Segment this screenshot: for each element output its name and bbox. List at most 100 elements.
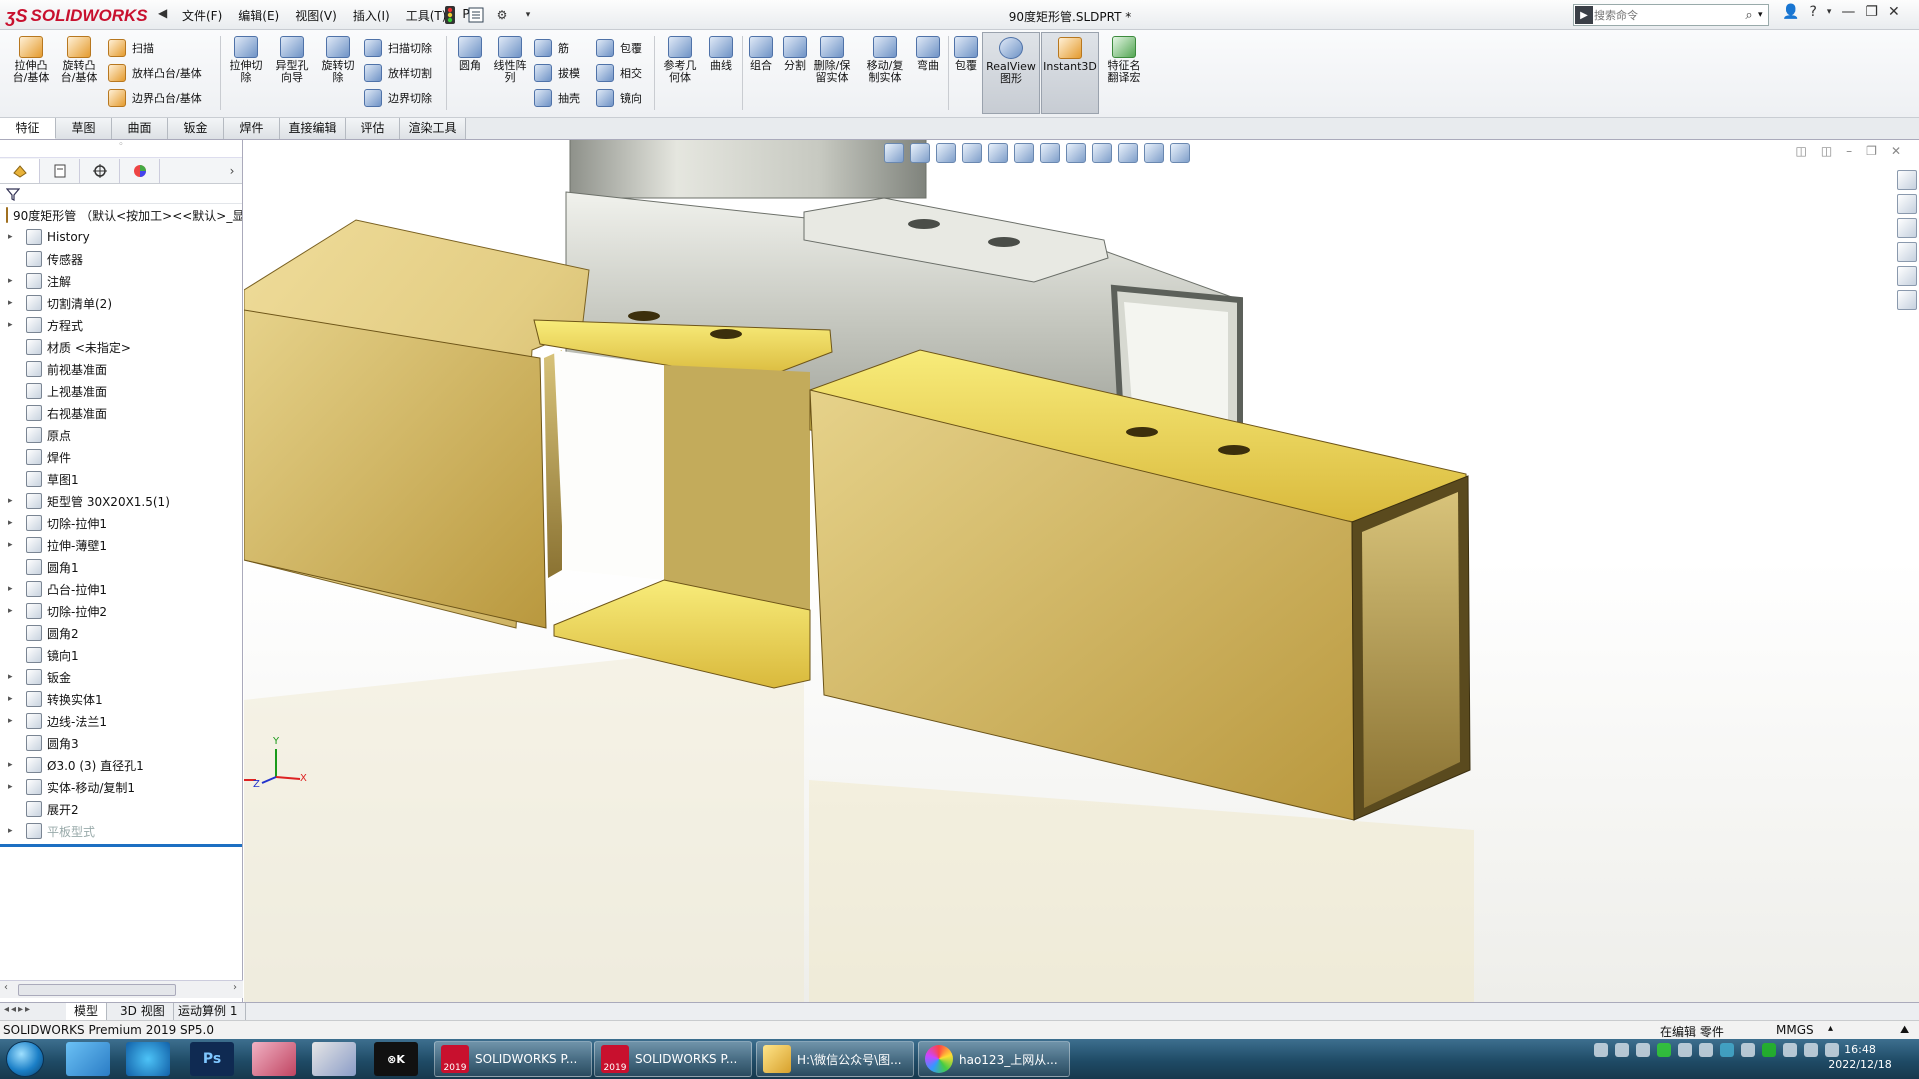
menu-insert[interactable]: 插入(I) (346, 7, 397, 24)
wrap-button[interactable]: 包覆 (596, 38, 642, 58)
viewport-minimize-icon[interactable]: – (1846, 144, 1852, 158)
tree-item[interactable]: ▸ History (0, 226, 242, 248)
feature-manager-tab-icon[interactable] (0, 158, 40, 183)
zoom-to-fit-icon[interactable] (884, 143, 904, 163)
photoshop-icon[interactable]: Ps (190, 1042, 234, 1076)
hide-show-items-icon[interactable] (1066, 143, 1086, 163)
scroll-left-icon[interactable]: ‹ (4, 982, 8, 993)
tab-motion-study[interactable]: 运动算例 1 (170, 1003, 247, 1020)
tree-item[interactable]: ▸ 切除-拉伸2 (0, 600, 242, 622)
restore-icon[interactable]: ❐ (1865, 4, 1878, 20)
tree-expand-arrow-icon[interactable]: ▸ (8, 672, 18, 682)
sweep-button[interactable]: 扫描 (108, 38, 154, 58)
tree-item[interactable]: 展开2 (0, 798, 242, 820)
previous-view-icon[interactable] (936, 143, 956, 163)
swept-cut-button[interactable]: 扫描切除 (364, 38, 432, 58)
tree-horizontal-scrollbar[interactable]: ‹ › (0, 980, 243, 998)
property-manager-tab-icon[interactable] (40, 158, 80, 183)
user-icon[interactable]: 👤 (1782, 4, 1799, 20)
help-tray-icon[interactable] (1615, 1043, 1629, 1057)
view-orientation-icon[interactable] (1014, 143, 1034, 163)
reference-geometry-button[interactable]: 参考几 何体 (658, 36, 702, 84)
tree-item[interactable]: 原点 (0, 424, 242, 446)
curves-button[interactable]: 曲线 (704, 36, 738, 72)
viewport-tile-left-icon[interactable]: ◫ (1795, 144, 1806, 158)
minimize-icon[interactable]: — (1841, 4, 1855, 20)
start-button-icon[interactable] (6, 1041, 44, 1077)
boundary-boss-button[interactable]: 边界凸台/基体 (108, 88, 202, 108)
tree-item[interactable]: ▸ 凸台-拉伸1 (0, 578, 242, 600)
display-style-icon[interactable] (1040, 143, 1060, 163)
taskbar-solidworks-window-2[interactable]: 2019 SOLIDWORKS P... (594, 1041, 752, 1077)
tree-item[interactable]: ▸ Ø3.0 (3) 直径孔1 (0, 754, 242, 776)
view-settings-icon[interactable] (1144, 143, 1164, 163)
network-tray-icon[interactable] (1636, 1043, 1650, 1057)
tree-item[interactable]: ▸ 边线-法兰1 (0, 710, 242, 732)
solidworks-resources-icon[interactable] (1897, 170, 1917, 190)
units-dropdown-icon[interactable]: ▴ (1828, 1023, 1833, 1034)
search-command-box[interactable]: ▶ ⌕ ▾ (1573, 4, 1769, 26)
viewport-close-icon[interactable]: ✕ (1891, 144, 1901, 158)
tree-item[interactable]: 圆角1 (0, 556, 242, 578)
loft-button[interactable]: 放样凸台/基体 (108, 63, 202, 83)
intersect-button[interactable]: 相交 (596, 63, 642, 83)
fillet-button[interactable]: 圆角 (452, 36, 488, 72)
tree-item[interactable]: ▸ 实体-移动/复制1 (0, 776, 242, 798)
zoom-to-area-icon[interactable] (910, 143, 930, 163)
tree-expand-arrow-icon[interactable]: ▸ (8, 298, 18, 308)
model-render[interactable] (244, 140, 1919, 1002)
tree-expand-arrow-icon[interactable]: ▸ (8, 826, 18, 836)
tree-item[interactable]: 圆角3 (0, 732, 242, 754)
taskbar-browser-window[interactable]: hao123_上网从... (918, 1041, 1070, 1077)
scroll-thumb[interactable] (18, 984, 176, 996)
volume-tray-icon[interactable] (1804, 1043, 1818, 1057)
taskbar-solidworks-window-1[interactable]: 2019 SOLIDWORKS P... (434, 1041, 592, 1077)
tree-root-part[interactable]: 90度矩形管 （默认<按加工><<默认>_显 (0, 204, 242, 226)
tab-render-tools[interactable]: 渲染工具 (400, 118, 466, 139)
split-button[interactable]: 分割 (778, 36, 812, 72)
tab-sheetmetal[interactable]: 钣金 (168, 118, 224, 139)
hole-wizard-button[interactable]: 异型孔 向导 (270, 36, 314, 84)
search-dropdown-icon[interactable]: ▾ (1758, 10, 1768, 20)
tree-expand-arrow-icon[interactable]: ▸ (8, 584, 18, 594)
keyboard-tray-icon[interactable] (1594, 1043, 1608, 1057)
app-tray-icon[interactable] (1678, 1043, 1692, 1057)
help-icon[interactable]: ? (1809, 4, 1816, 20)
configuration-manager-tab-icon[interactable] (80, 158, 120, 183)
apply-scene-icon[interactable] (1118, 143, 1138, 163)
extrude-cut-button[interactable]: 拉伸切 除 (226, 36, 266, 84)
tree-item[interactable]: ▸ 钣金 (0, 666, 242, 688)
tree-item[interactable]: 焊件 (0, 446, 242, 468)
menu-collapse-icon[interactable]: ◀ (158, 6, 167, 20)
tree-item[interactable]: ▸ 矩型管 30X20X1.5(1) (0, 490, 242, 512)
rib-button[interactable]: 筋 (534, 38, 569, 58)
browser-e-icon[interactable] (126, 1042, 170, 1076)
tree-expand-arrow-icon[interactable]: ▸ (8, 760, 18, 770)
taskbar-clock[interactable]: 16:48 2022/12/18 (1820, 1042, 1900, 1072)
app-circle-icon[interactable] (66, 1042, 110, 1076)
custom-properties-icon[interactable] (1897, 290, 1917, 310)
tree-rollback-bar[interactable] (0, 844, 242, 847)
tree-item[interactable]: ▸ 拉伸-薄壁1 (0, 534, 242, 556)
tree-item[interactable]: 右视基准面 (0, 402, 242, 424)
appearance-manager-tab-icon[interactable] (120, 158, 160, 183)
feature-translate-button[interactable]: 特征名 翻译宏 (1102, 36, 1146, 84)
tab-evaluate[interactable]: 评估 (346, 118, 400, 139)
linear-pattern-button[interactable]: 线性阵 列 (490, 36, 530, 84)
view-palette-icon[interactable] (1897, 242, 1917, 262)
options-gear-icon[interactable]: ⚙ (492, 5, 512, 25)
tree-item[interactable]: ▸ 切除-拉伸1 (0, 512, 242, 534)
tree-item[interactable]: ▸ 切割清单(2) (0, 292, 242, 314)
search-command-input[interactable] (1594, 8, 1740, 22)
search-scope-icon[interactable]: ▶ (1575, 6, 1593, 24)
search-icon[interactable]: ⌕ (1740, 8, 1758, 23)
section-view-icon[interactable] (962, 143, 982, 163)
tab-features[interactable]: 特征 (0, 118, 56, 139)
instant3d-button[interactable]: Instant3D (1041, 32, 1099, 114)
units-status[interactable]: MMGS (1776, 1023, 1814, 1037)
media-recorder-icon[interactable]: ⊗K (374, 1042, 418, 1076)
realview-button[interactable]: RealView 图形 (982, 32, 1040, 114)
wrap-large-button[interactable]: 包覆 (950, 36, 982, 72)
tab-3d-views[interactable]: 3D 视图 (112, 1003, 174, 1020)
display-tray-icon[interactable] (1783, 1043, 1797, 1057)
